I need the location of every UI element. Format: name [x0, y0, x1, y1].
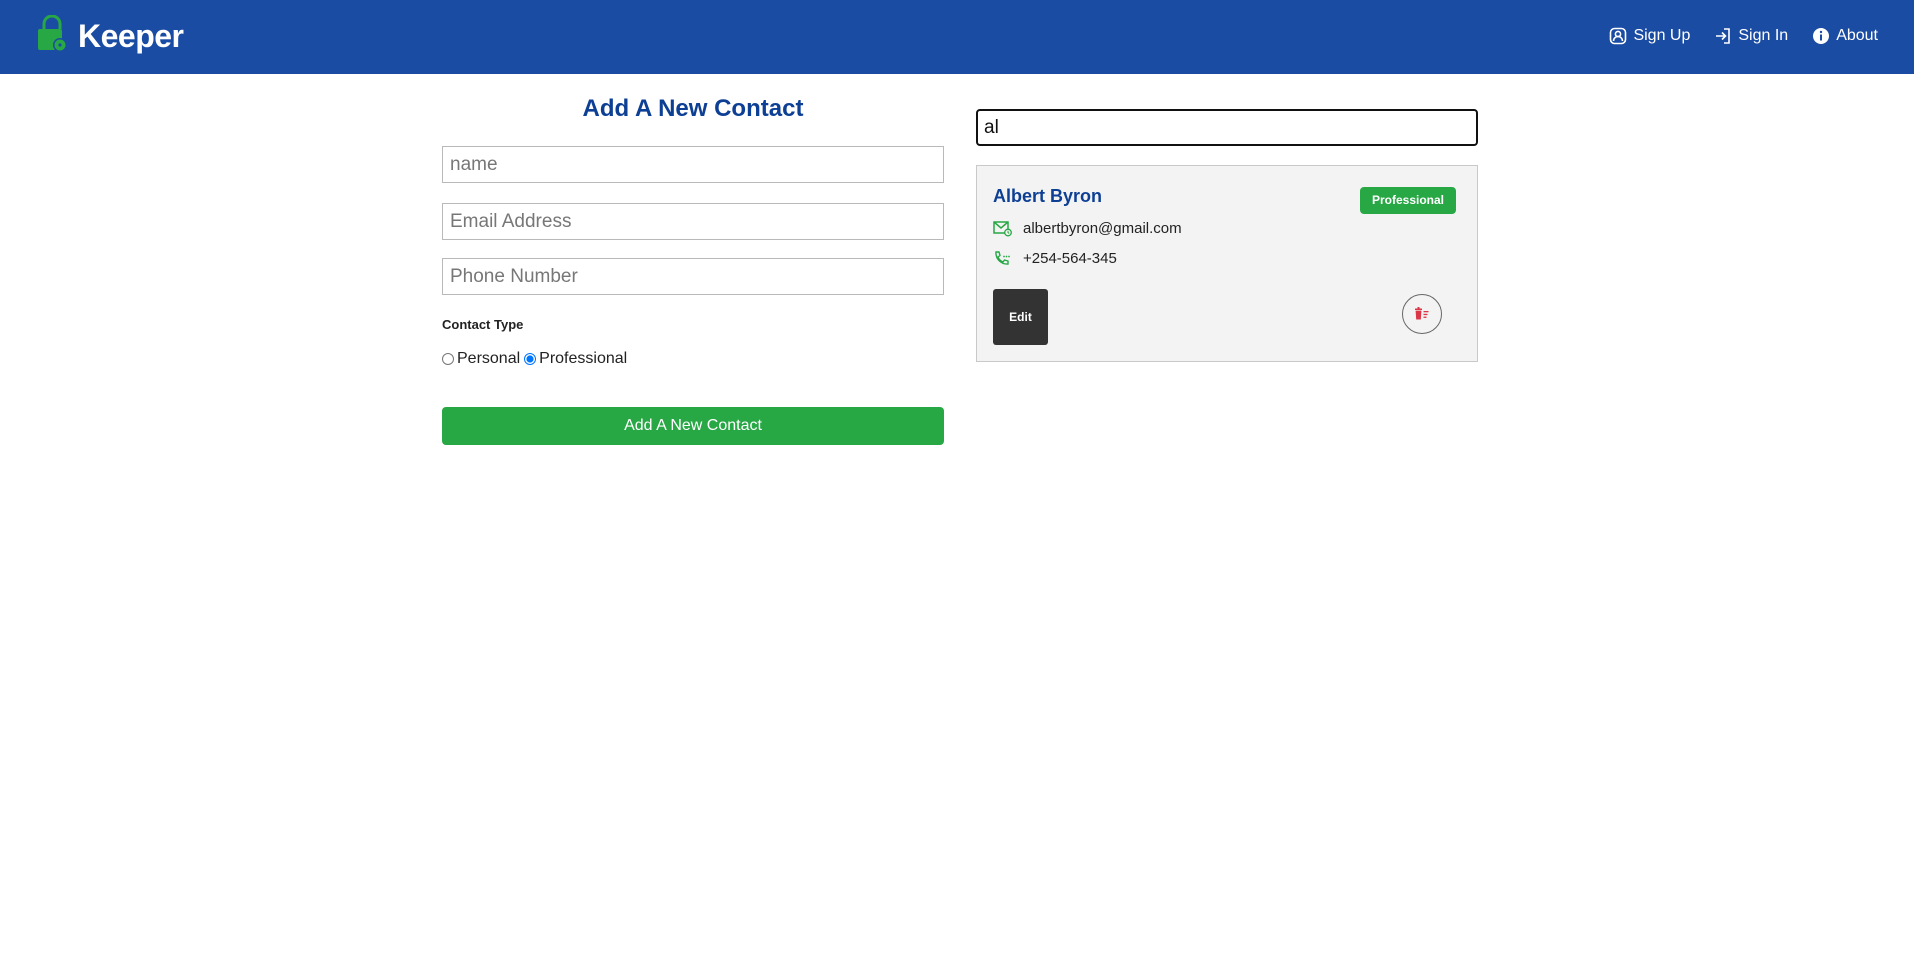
nav-links: Sign Up Sign In About	[1585, 0, 1878, 72]
contact-type-label: Contact Type	[442, 317, 524, 332]
personal-radio[interactable]	[442, 353, 454, 365]
phone-icon	[995, 251, 1010, 265]
nav-sign-up-label: Sign Up	[1633, 27, 1691, 44]
add-contact-button[interactable]: Add A New Contact	[442, 407, 944, 445]
form-title: Add A New Contact	[582, 95, 804, 122]
email-input[interactable]	[442, 203, 944, 240]
contact-email-row: albertbyron@gmail.com	[993, 220, 1182, 237]
contact-name: Albert Byron	[993, 186, 1103, 206]
personal-radio-label[interactable]: Personal	[457, 350, 520, 368]
brand[interactable]: Keeper	[36, 10, 184, 62]
navbar: Keeper Sign Up Sign In About	[0, 0, 1914, 74]
contact-form: Add A New Contact Contact Type Personal …	[442, 74, 944, 445]
contact-type-options: Personal Professional	[442, 350, 631, 368]
brand-name: Keeper	[78, 17, 184, 54]
nav-about-label: About	[1836, 27, 1878, 44]
search-input[interactable]	[976, 109, 1478, 146]
name-input[interactable]	[442, 146, 944, 183]
envelope-icon	[993, 221, 1012, 237]
contact-phone: +254-564-345	[1023, 250, 1117, 267]
contact-type-badge: Professional	[1359, 187, 1456, 214]
contact-phone-row: +254-564-345	[993, 250, 1117, 267]
edit-button[interactable]: Edit	[993, 289, 1048, 345]
professional-radio[interactable]	[524, 353, 537, 365]
delete-button[interactable]	[1402, 294, 1442, 334]
info-icon	[1813, 28, 1830, 44]
nav-sign-in[interactable]: Sign In	[1714, 27, 1788, 45]
trash-icon	[1415, 307, 1429, 320]
lock-icon	[36, 14, 78, 58]
phone-input[interactable]	[442, 258, 944, 295]
nav-about[interactable]: About	[1812, 27, 1878, 45]
sign-in-icon	[1716, 28, 1731, 44]
professional-radio-label[interactable]: Professional	[539, 350, 627, 368]
nav-sign-in-label: Sign In	[1738, 27, 1789, 44]
nav-sign-up[interactable]: Sign Up	[1609, 27, 1690, 45]
contact-card: Albert Byron Professional albertbyron@gm…	[976, 165, 1478, 362]
contact-email: albertbyron@gmail.com	[1023, 220, 1182, 237]
user-plus-icon	[1610, 27, 1627, 45]
